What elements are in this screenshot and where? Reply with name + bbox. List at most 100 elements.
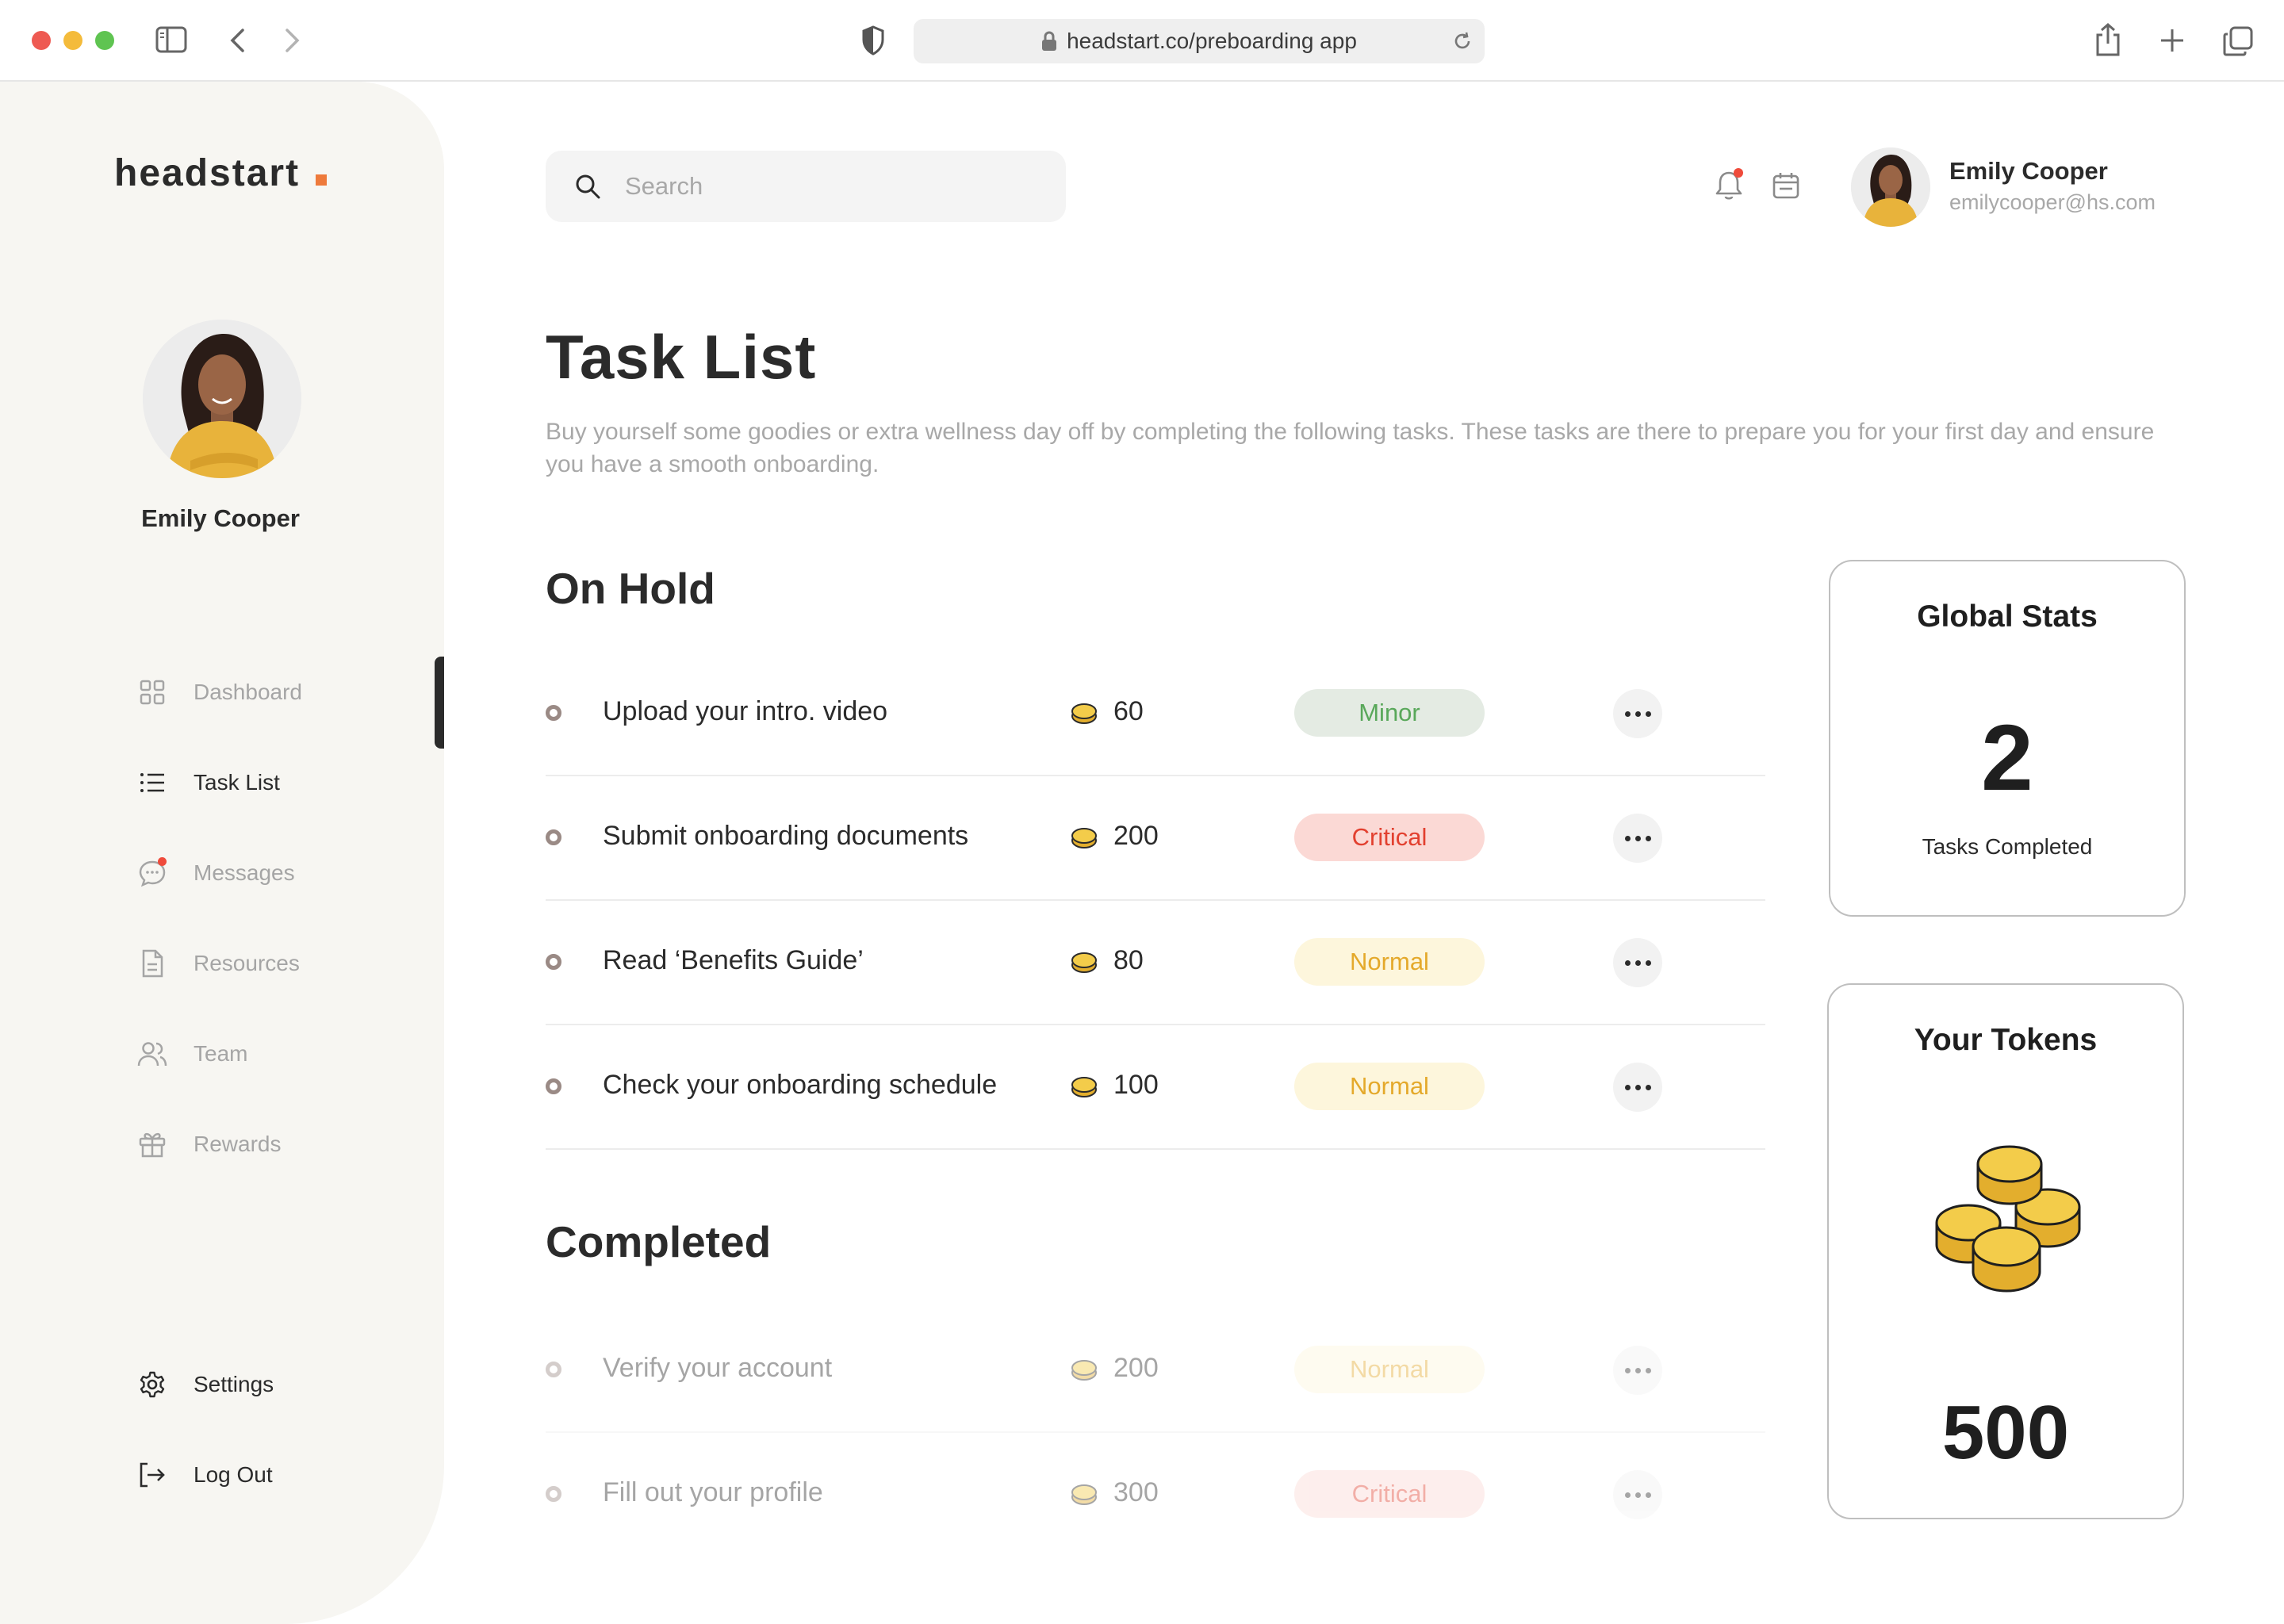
gift-icon [136,1128,168,1160]
priority-badge: Critical [1294,814,1485,861]
coin-icon [1071,1075,1098,1103]
sidebar-item-label: Team [194,1041,248,1066]
coin-icon [1071,1358,1098,1386]
header-user-name[interactable]: Emily Cooper [1949,157,2108,186]
tokens-value: 500 [1941,1390,2070,1475]
coin-icon [1071,826,1098,854]
coin-icon [1071,702,1098,730]
sidebar-item-label: Rewards [194,1132,282,1156]
logout-icon [136,1459,168,1491]
new-tab-icon[interactable] [2159,27,2186,54]
logout-button[interactable]: Log Out [136,1451,273,1499]
logo[interactable]: headstart [114,151,300,195]
coins-icon [1929,1136,2087,1306]
task-name: Check your onboarding schedule [603,1070,998,1100]
more-options-button[interactable] [1613,1346,1662,1395]
sidebar-item-dashboard[interactable]: Dashboard [136,668,302,716]
sidebar-toggle-icon[interactable] [155,25,187,54]
task-tokens: 200 [1113,1353,1159,1383]
sidebar-item-task-list[interactable]: Task List [136,759,280,806]
section-title-on-hold: On Hold [546,564,715,613]
sidebar-item-label: Task List [194,770,280,795]
priority-badge: Normal [1294,1063,1485,1110]
task-tokens: 60 [1113,696,1144,726]
forward-icon[interactable] [282,27,301,54]
global-stats-card: Global Stats 2 Tasks Completed [1829,560,2186,917]
priority-badge: Normal [1294,938,1485,986]
header-user-email: emilycooper@hs.com [1949,190,2156,214]
section-title-completed: Completed [546,1217,772,1266]
users-icon [136,1038,168,1070]
chat-icon [136,857,168,889]
list-icon [136,767,168,799]
calendar-icon[interactable] [1770,170,1802,201]
task-tokens: 300 [1113,1477,1159,1507]
shield-icon[interactable] [861,25,885,56]
sidebar-item-messages[interactable]: Messages [136,849,295,897]
active-nav-indicator [435,657,444,749]
more-options-button[interactable] [1613,938,1662,987]
priority-badge: Minor [1294,689,1485,737]
card-title: Global Stats [1917,599,2098,634]
search-input[interactable] [625,172,1021,201]
your-tokens-card: Your Tokens 500 [1827,983,2184,1519]
maximize-window-button[interactable] [95,31,114,50]
coin-icon [1071,951,1098,979]
gear-icon [136,1369,168,1400]
task-row[interactable]: Check your onboarding schedule 100 Norma… [546,1025,1765,1150]
search-icon [574,173,601,200]
document-icon [136,948,168,979]
more-options-button[interactable] [1613,814,1662,863]
task-row[interactable]: Read ‘Benefits Guide’ 80 Normal [546,901,1765,1025]
page-title: Task List [546,322,817,392]
lock-icon [1041,31,1057,52]
task-row[interactable]: Submit onboarding documents 200 Critical [546,776,1765,901]
avatar[interactable] [143,320,301,478]
notifications-bell-icon[interactable] [1713,168,1745,203]
settings-label: Settings [194,1372,274,1396]
reload-icon[interactable] [1451,30,1473,58]
share-icon[interactable] [2094,22,2122,57]
minimize-window-button[interactable] [63,31,82,50]
sidebar-item-team[interactable]: Team [136,1030,247,1078]
close-window-button[interactable] [32,31,51,50]
task-bullet [546,705,561,721]
sidebar-item-label: Resources [194,951,300,975]
task-row-completed[interactable]: Fill out your profile 300 Critical [546,1433,1765,1557]
task-tokens: 100 [1113,1070,1159,1100]
task-bullet [546,1362,561,1377]
logo-dot [316,174,327,186]
task-tokens: 80 [1113,945,1144,975]
settings-button[interactable]: Settings [136,1361,274,1408]
unread-dot [158,857,167,866]
task-tokens: 200 [1113,821,1159,851]
logout-label: Log Out [194,1462,273,1487]
more-options-button[interactable] [1613,1470,1662,1519]
more-options-button[interactable] [1613,1063,1662,1112]
tabs-overview-icon[interactable] [2222,25,2254,57]
card-title: Your Tokens [1914,1023,2098,1057]
task-name: Read ‘Benefits Guide’ [603,945,864,975]
browser-toolbar: headstart.co/preboarding app [0,0,2284,82]
priority-badge: Critical [1294,1470,1485,1518]
coin-icon [1071,1483,1098,1511]
sidebar-item-rewards[interactable]: Rewards [136,1120,281,1168]
search-box[interactable] [546,151,1066,222]
url-text: headstart.co/preboarding app [1067,29,1357,53]
header-avatar[interactable] [1851,147,1930,227]
more-options-button[interactable] [1613,689,1662,738]
task-row[interactable]: Upload your intro. video 60 Minor [546,652,1765,776]
task-name: Submit onboarding documents [603,821,969,851]
task-name: Verify your account [603,1353,833,1383]
task-row-completed[interactable]: Verify your account 200 Normal [546,1308,1765,1433]
address-bar[interactable]: headstart.co/preboarding app [914,19,1485,63]
sidebar: headstart Emily Cooper Dashboard Task Li… [0,82,444,1624]
priority-badge: Normal [1294,1346,1485,1393]
back-icon[interactable] [228,27,247,54]
tasks-completed-value: 2 [1981,706,2033,810]
task-name: Upload your intro. video [603,696,888,726]
task-name: Fill out your profile [603,1477,823,1507]
task-bullet [546,1078,561,1094]
sidebar-item-resources[interactable]: Resources [136,940,300,987]
task-bullet [546,1486,561,1502]
